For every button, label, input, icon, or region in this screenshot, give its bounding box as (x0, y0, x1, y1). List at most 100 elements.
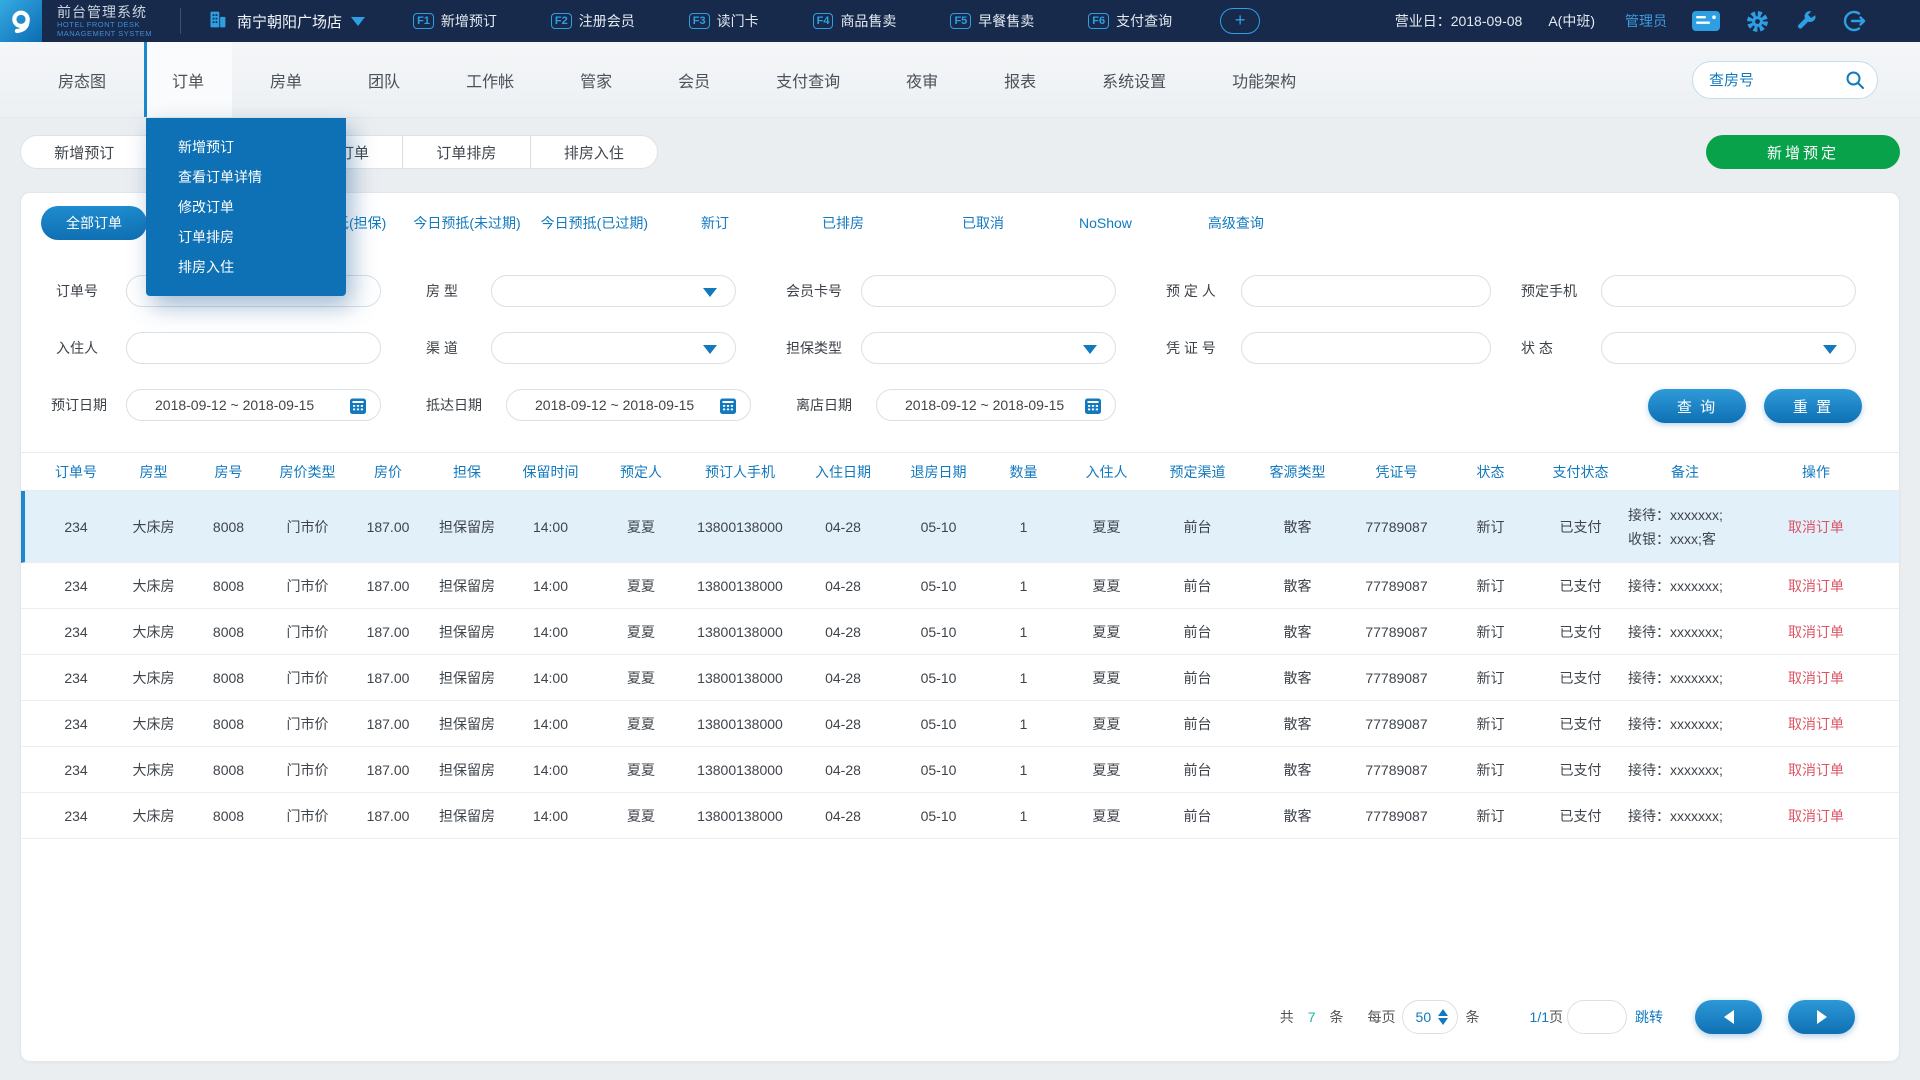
room-search-input[interactable] (1709, 72, 1829, 89)
store-selector[interactable]: 南宁朝阳广场店 (207, 9, 365, 33)
app-subtitle-line2: MANAGEMENT SYSTEM (57, 29, 152, 38)
booking-date-range[interactable]: 2018-09-12 ~ 2018-09-15 (126, 389, 381, 421)
jump-page-input[interactable] (1567, 1000, 1627, 1034)
menu-modify-order[interactable]: 修改订单 (146, 192, 346, 222)
filter-today-arrivals-valid[interactable]: 今日预抵(未过期) (413, 213, 520, 233)
booker-phone-field[interactable] (1601, 275, 1856, 307)
tab-new-reservation[interactable]: 新增预订 (21, 136, 148, 168)
voucher-no-field[interactable] (1241, 332, 1491, 364)
guest-input[interactable] (127, 333, 380, 363)
query-button[interactable]: 查 询 (1648, 389, 1746, 423)
calendar-icon (349, 397, 367, 418)
nav-item-groups[interactable]: 团队 (340, 42, 428, 117)
arrival-date-range[interactable]: 2018-09-12 ~ 2018-09-15 (506, 389, 751, 421)
room-search-box[interactable] (1692, 61, 1878, 99)
add-shortcut-button[interactable]: + (1220, 8, 1260, 34)
table-row[interactable]: 234大床房8008门市价187.00担保留房14:00夏夏1380013800… (21, 491, 1899, 563)
filter-noshow[interactable]: NoShow (1079, 215, 1132, 231)
new-reservation-button[interactable]: 新增预定 (1706, 135, 1900, 169)
current-user[interactable]: 管理员 (1625, 11, 1667, 31)
action-cell: 取消订单 (1746, 806, 1886, 826)
column-header-16: 状态 (1444, 462, 1537, 482)
prev-page-button[interactable] (1695, 1000, 1762, 1034)
filter-assigned[interactable]: 已排房 (822, 213, 864, 233)
nav-item-room-bills[interactable]: 房单 (242, 42, 330, 117)
nav-item-system-settings[interactable]: 系统设置 (1074, 42, 1194, 117)
filter-all-orders[interactable]: 全部订单 (41, 206, 147, 240)
cancel-order-link[interactable]: 取消订单 (1788, 714, 1844, 734)
departure-date-range[interactable]: 2018-09-12 ~ 2018-09-15 (876, 389, 1116, 421)
nav-item-function-architecture[interactable]: 功能架构 (1204, 42, 1324, 117)
reset-button[interactable]: 重 置 (1764, 389, 1862, 423)
menu-view-order-detail[interactable]: 查看订单详情 (146, 162, 346, 192)
fkey-f2-register-member[interactable]: F2注册会员 (551, 11, 635, 31)
nav-item-payment-query[interactable]: 支付查询 (748, 42, 868, 117)
per-page-stepper[interactable]: 50 (1402, 1000, 1458, 1034)
cell: 187.00 (349, 808, 427, 824)
booker-field[interactable] (1241, 275, 1491, 307)
fkey-f3-read-keycard[interactable]: F3读门卡 (689, 11, 759, 31)
cancel-order-link[interactable]: 取消订单 (1788, 622, 1844, 642)
stepper-arrows[interactable] (1438, 1009, 1448, 1025)
table-row[interactable]: 234大床房8008门市价187.00担保留房14:00夏夏1380013800… (21, 563, 1899, 609)
table-header-row: 订单号房型房号房价类型房价担保保留时间预定人预订人手机入住日期退房日期数量入住人… (21, 453, 1899, 491)
filter-cancelled[interactable]: 已取消 (962, 213, 1004, 233)
channel-select[interactable] (491, 332, 736, 364)
remark-cell: 接待：xxxxxxx; (1624, 574, 1746, 598)
cancel-order-link[interactable]: 取消订单 (1788, 576, 1844, 596)
cell: 77789087 (1349, 716, 1444, 732)
filter-advanced-query[interactable]: 高级查询 (1208, 213, 1264, 233)
settings-gear-icon[interactable] (1745, 9, 1770, 34)
table-row[interactable]: 234大床房8008门市价187.00担保留房14:00夏夏1380013800… (21, 701, 1899, 747)
filter-new-orders[interactable]: 新订 (701, 213, 729, 233)
status-select[interactable] (1601, 332, 1856, 364)
voucher-no-input[interactable] (1242, 333, 1490, 363)
table-row[interactable]: 234大床房8008门市价187.00担保留房14:00夏夏1380013800… (21, 609, 1899, 655)
nav-item-room-status-map[interactable]: 房态图 (30, 42, 134, 117)
cell: 187.00 (349, 762, 427, 778)
tab-order-room-assign[interactable]: 订单排房 (403, 136, 530, 168)
guest-field[interactable] (126, 332, 381, 364)
nav-item-work-accounts[interactable]: 工作帐 (438, 42, 542, 117)
menu-new-reservation[interactable]: 新增预订 (146, 132, 346, 162)
fkey-f1-new-reservation[interactable]: F1新增预订 (413, 11, 497, 31)
cell: 夏夏 (1064, 806, 1149, 826)
booker-phone-input[interactable] (1602, 276, 1855, 306)
table-row[interactable]: 234大床房8008门市价187.00担保留房14:00夏夏1380013800… (21, 655, 1899, 701)
logout-icon[interactable] (1842, 8, 1868, 34)
menu-order-room-assign[interactable]: 订单排房 (146, 222, 346, 252)
menu-assign-checkin[interactable]: 排房入住 (146, 252, 346, 282)
nav-item-housekeeping[interactable]: 管家 (552, 42, 640, 117)
nav-item-reports[interactable]: 报表 (976, 42, 1064, 117)
handover-card-icon[interactable] (1691, 10, 1721, 32)
tools-wrench-icon[interactable] (1794, 9, 1818, 33)
cell: 04-28 (792, 578, 894, 594)
column-header-14: 客源类型 (1246, 462, 1349, 482)
cancel-order-link[interactable]: 取消订单 (1788, 668, 1844, 688)
jump-link[interactable]: 跳转 (1635, 1007, 1663, 1027)
guarantee-type-select[interactable] (861, 332, 1116, 364)
member-card-input[interactable] (862, 276, 1115, 306)
nav-item-members[interactable]: 会员 (650, 42, 738, 117)
fkey-f4-goods-sale[interactable]: F4商品售卖 (813, 11, 897, 31)
fkey-f5-breakfast-sale[interactable]: F5早餐售卖 (950, 11, 1034, 31)
member-card-field[interactable] (861, 275, 1116, 307)
tab-assign-checkin[interactable]: 排房入住 (531, 136, 657, 168)
next-page-button[interactable] (1788, 1000, 1855, 1034)
stepper-down-icon[interactable] (1438, 1018, 1448, 1025)
nav-item-night-audit[interactable]: 夜审 (878, 42, 966, 117)
fkey-f6-payment-query[interactable]: F6支付查询 (1088, 11, 1172, 31)
cancel-order-link[interactable]: 取消订单 (1788, 517, 1844, 537)
cell: 05-10 (894, 762, 983, 778)
stepper-up-icon[interactable] (1438, 1009, 1448, 1016)
room-type-select[interactable] (491, 275, 736, 307)
cell: 新订 (1444, 714, 1537, 734)
action-cell: 取消订单 (1746, 517, 1886, 537)
table-row[interactable]: 234大床房8008门市价187.00担保留房14:00夏夏1380013800… (21, 747, 1899, 793)
booker-input[interactable] (1242, 276, 1490, 306)
table-row[interactable]: 234大床房8008门市价187.00担保留房14:00夏夏1380013800… (21, 793, 1899, 839)
cancel-order-link[interactable]: 取消订单 (1788, 760, 1844, 780)
nav-item-orders[interactable]: 订单 (144, 42, 232, 117)
cancel-order-link[interactable]: 取消订单 (1788, 806, 1844, 826)
filter-today-arrivals-expired[interactable]: 今日预抵(已过期) (541, 213, 648, 233)
